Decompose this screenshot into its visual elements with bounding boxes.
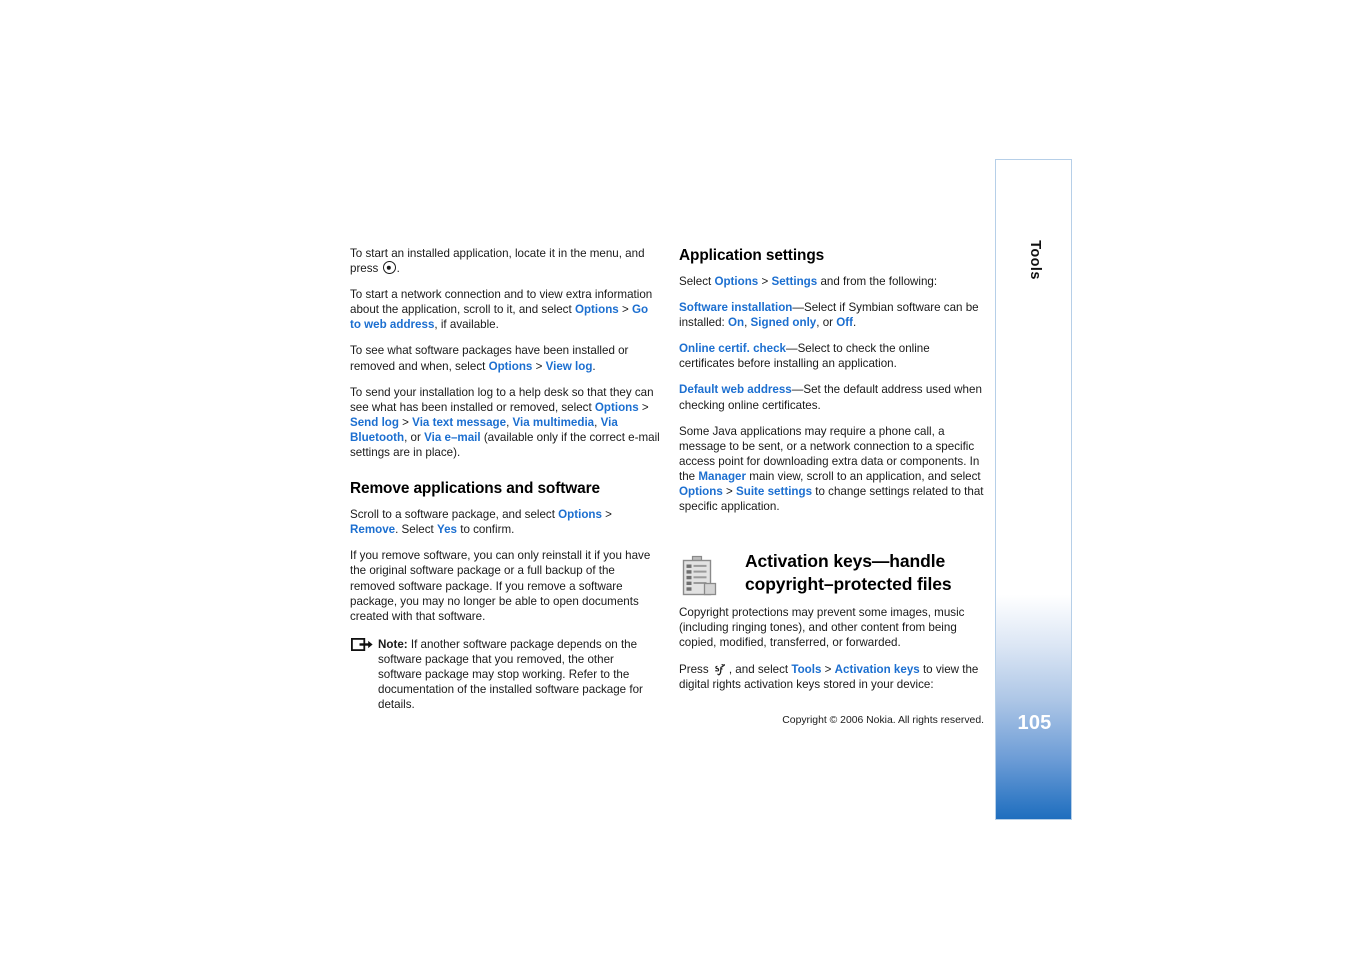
copyright-notice: Copyright © 2006 Nokia. All rights reser… — [782, 715, 984, 726]
right-text-column: Application settings Select Options > Se… — [679, 246, 984, 703]
menu-separator: > — [398, 415, 413, 429]
menu-ref-options: Options — [679, 485, 723, 499]
chapter-tab-label: Tools — [996, 240, 1071, 280]
activation-keys-document-icon — [679, 555, 719, 599]
menu-ref-settings: Settings — [771, 275, 818, 288]
paragraph-text-mid: . Select — [395, 523, 437, 537]
paragraph-text-mid: main view, scroll to an application, and… — [746, 469, 981, 483]
conjunction: , or — [816, 316, 837, 330]
scroll-key-icon — [382, 261, 396, 275]
note-label: Note: — [378, 638, 408, 651]
paragraph-software-installation: Software installation—Select if Symbian … — [679, 300, 984, 330]
menu-ref-options: Options — [488, 359, 533, 373]
menu-separator: > — [722, 485, 737, 499]
paragraph-text: Select — [679, 275, 715, 288]
menu-ref-remove: Remove — [350, 523, 396, 537]
menu-separator: > — [821, 662, 835, 676]
paragraph-send-log: To send your installation log to a help … — [350, 385, 660, 460]
paragraph-view-log: To see what software packages have been … — [350, 343, 660, 373]
conjunction: , or — [404, 430, 425, 444]
paragraph-copyright-protections: Copyright protections may prevent some i… — [679, 606, 965, 650]
paragraph-select-settings: Select Options > Settings and from the f… — [679, 274, 984, 289]
menu-ref-via-email: Via e–mail — [424, 430, 481, 444]
heading-remove-applications: Remove applications and software — [350, 480, 600, 498]
menu-ref-options: Options — [594, 400, 639, 414]
paragraph-online-certif-check: Online certif. check—Select to check the… — [679, 341, 984, 371]
menu-separator: > — [758, 275, 772, 288]
menu-ref-activation-keys: Activation keys — [834, 662, 920, 676]
app-ref-manager: Manager — [698, 469, 747, 483]
menu-ref-via-text-message: Via text message — [412, 415, 507, 429]
menu-ref-suite-settings: Suite settings — [736, 485, 813, 499]
paragraph-press-menu: Press , and select Tools > Activation ke… — [679, 662, 984, 692]
heading-line-2: copyright–protected files — [745, 574, 952, 595]
menu-ref-options: Options — [574, 303, 619, 317]
note-block: Note: If another software package depend… — [350, 637, 660, 712]
paragraph-default-web-address: Default web address—Set the default addr… — [679, 382, 984, 412]
paragraph-text-tail: , if available. — [434, 318, 499, 332]
menu-ref-send-log: Send log — [350, 415, 399, 429]
heading-line-1: Activation keys—handle — [745, 551, 946, 572]
heading-activation-keys: Activation keys—handle copyright–protecte… — [745, 550, 984, 596]
menu-ref-yes: Yes — [437, 523, 457, 537]
section-header-activation-keys: Activation keys—handle copyright–protecte… — [679, 550, 984, 596]
manual-page: To start an installed application, locat… — [0, 0, 1351, 954]
left-text-column: To start an installed application, locat… — [350, 246, 660, 712]
paragraph-text-tail: . — [852, 316, 857, 330]
paragraph-start-application: To start an installed application, locat… — [350, 246, 660, 276]
menu-ref-options: Options — [558, 508, 602, 522]
paragraph-text-mid: , and select — [728, 662, 792, 676]
paragraph-text-tail: and from the following: — [817, 275, 938, 288]
page-number: 105 — [1017, 712, 1052, 734]
menu-separator: > — [601, 508, 612, 522]
chapter-tab: Tools 105 — [995, 159, 1072, 820]
menu-key-icon — [714, 662, 727, 676]
paragraph-text: Scroll to a software package, and select — [350, 508, 559, 522]
menu-separator: > — [532, 359, 546, 373]
app-ref-tools: Tools — [791, 662, 822, 676]
menu-ref-via-multimedia: Via multimedia — [512, 415, 595, 429]
heading-application-settings: Application settings — [679, 247, 825, 264]
note-body-text: If another software package depends on t… — [378, 637, 643, 712]
paragraph-text: Press — [679, 662, 712, 676]
menu-ref-view-log: View log — [545, 359, 593, 373]
setting-ref-software-installation: Software installation — [679, 301, 793, 315]
value-ref-signed-only: Signed only — [750, 316, 817, 330]
setting-ref-default-web-address: Default web address — [679, 383, 792, 397]
menu-separator: > — [618, 303, 632, 317]
chapter-tab-label-text: Tools — [1026, 240, 1043, 280]
setting-ref-online-certif-check: Online certif. check — [679, 342, 786, 356]
paragraph-text-tail: . — [592, 359, 596, 373]
paragraph-java-applications: Some Java applications may require a pho… — [679, 424, 984, 515]
paragraph-remove-steps: Scroll to a software package, and select… — [350, 507, 660, 537]
menu-ref-options: Options — [714, 275, 759, 288]
paragraph-text-tail: to confirm. — [457, 523, 515, 537]
paragraph-network-connection: To start a network connection and to vie… — [350, 287, 660, 332]
paragraph-text-tail: . — [396, 262, 400, 276]
menu-separator: > — [638, 400, 649, 414]
value-ref-off: Off — [836, 316, 853, 330]
note-label-text: Note: — [378, 637, 408, 651]
value-ref-on: On — [727, 316, 745, 330]
paragraph-reinstall-warning: If you remove software, you can only rei… — [350, 549, 651, 623]
note-icon — [350, 637, 373, 651]
